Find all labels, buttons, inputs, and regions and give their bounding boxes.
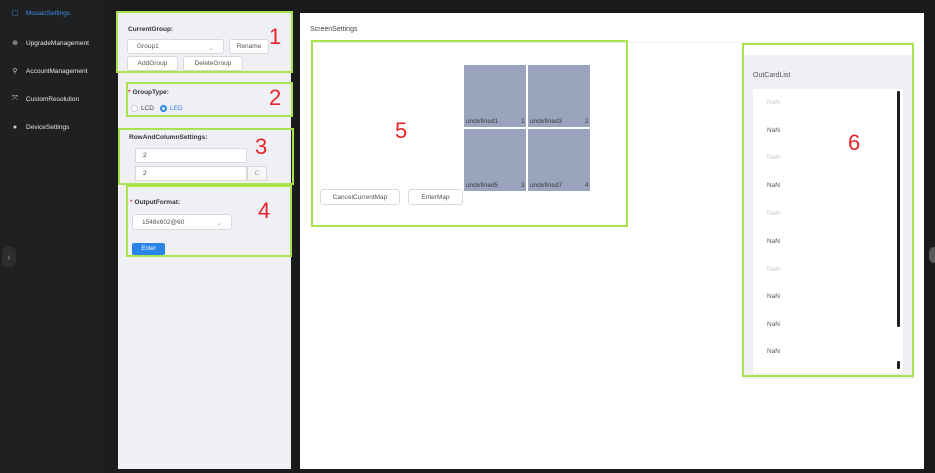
sidebar-item-upgrade-management[interactable]: ⊕ UpgradeManagement [0,34,105,52]
list-item[interactable]: NaN [767,154,780,161]
resolution-icon: ⤧ [12,95,18,102]
delete-group-button[interactable]: DeleteGroup [183,56,243,71]
annotation-number-3: 3 [255,134,268,159]
annotation-number-6: 6 [848,130,861,155]
cell-label: undefined7 [530,182,563,189]
required-mark: * [130,199,133,206]
radio-lcd-label: LCD [141,105,155,112]
required-mark: * [128,89,131,96]
cell-number: 2 [585,118,589,125]
chevron-down-icon: ⌄ [208,45,214,52]
output-format-value: 1548x602@60 [142,218,185,226]
scrollbar-end[interactable] [897,361,900,369]
current-group-label: CurrentGroup: [128,26,174,33]
annotation-number-2: 2 [269,85,282,110]
current-group-value: Group1 [137,43,159,50]
columns-input[interactable]: 2 [135,166,247,181]
sidebar-item-label: DeviceSettings [26,123,70,131]
current-group-select[interactable]: Group1 ⌄ [127,39,224,54]
sidebar: ▢ MosaicSettings ⊕ UpgradeManagement ⚲ A… [0,0,105,473]
list-item[interactable]: NaN [767,210,780,217]
account-icon: ⚲ [12,68,18,75]
radio-dot [131,105,138,112]
cell-label: undefined1 [466,118,499,125]
cell-number: 1 [521,118,525,125]
outcard-list-title: OutCardList [753,72,791,79]
mosaic-icon: ▢ [11,10,19,17]
columns-stepper[interactable]: C [247,166,267,181]
list-item[interactable]: NaN [767,348,780,355]
screen-settings-title: ScreenSettings [310,26,358,33]
row-column-label: RowAndColumnSettings: [129,134,208,141]
sidebar-item-account-management[interactable]: ⚲ AccountManagement [0,62,105,80]
expand-right-button[interactable] [929,247,935,263]
sidebar-collapse-button[interactable]: ‹ [2,246,16,268]
scrollbar-thumb[interactable] [897,91,900,327]
cell-number: 3 [521,182,525,189]
list-item[interactable]: NaN [767,321,780,328]
radio-led[interactable]: LED [160,105,183,112]
sidebar-item-label: MosaicSettings [26,9,71,17]
sidebar-item-label: UpgradeManagement [26,39,89,47]
output-format-label-text: OutputFormat: [134,199,181,206]
output-format-enter-button[interactable]: Enter [132,243,165,255]
radio-lcd[interactable]: LCD [131,105,154,112]
enter-map-button[interactable]: EnterMap [408,189,463,205]
cell-number: 4 [585,182,589,189]
sidebar-item-label: CustomResolution [26,95,80,103]
cancel-current-map-button[interactable]: CancelCurrentMap [320,189,400,205]
upgrade-icon: ⊕ [12,40,18,47]
output-format-label: * OutputFormat: [130,199,180,206]
cell-label: undefined5 [466,182,499,189]
sidebar-item-device-settings[interactable]: ● DeviceSettings [0,118,105,136]
radio-led-label: LED [170,105,183,112]
group-type-label-text: GroupType: [132,89,169,96]
sidebar-item-label: AccountManagement [26,67,88,75]
list-item[interactable]: NaN [767,238,780,245]
list-item[interactable]: NaN [767,99,780,106]
annotation-number-5: 5 [395,118,408,143]
sidebar-item-mosaic-settings[interactable]: ▢ MosaicSettings [0,4,105,22]
sidebar-item-custom-resolution[interactable]: ⤧ CustomResolution [0,90,105,108]
rows-input[interactable]: 2 [135,148,247,163]
annotation-number-4: 4 [258,198,271,223]
add-group-button[interactable]: AddGroup [127,56,178,71]
settings-panel: CurrentGroup: Group1 ⌄ Rename AddGroup D… [118,13,291,469]
outcard-panel: OutCardList NaN NaN NaN NaN NaN NaN NaN … [743,55,914,379]
list-item[interactable]: NaN [767,182,780,189]
chevron-down-icon: ⌄ [216,220,222,227]
chevron-left-icon: ‹ [7,252,11,262]
annotation-number-1: 1 [269,24,282,49]
list-item[interactable]: NaN [767,127,780,134]
gutter [105,0,118,473]
rename-button[interactable]: Rename [229,39,269,54]
list-item[interactable]: NaN [767,266,780,273]
device-icon: ● [12,123,18,131]
cell-label: undefined3 [530,118,563,125]
radio-dot [160,105,167,112]
divider [310,42,916,43]
list-item[interactable]: NaN [767,293,780,300]
outcard-list[interactable]: NaN NaN NaN NaN NaN NaN NaN NaN NaN NaN [753,89,903,373]
output-format-select[interactable]: 1548x602@60 ⌄ [132,214,232,230]
group-type-label: * GroupType: [128,89,169,96]
